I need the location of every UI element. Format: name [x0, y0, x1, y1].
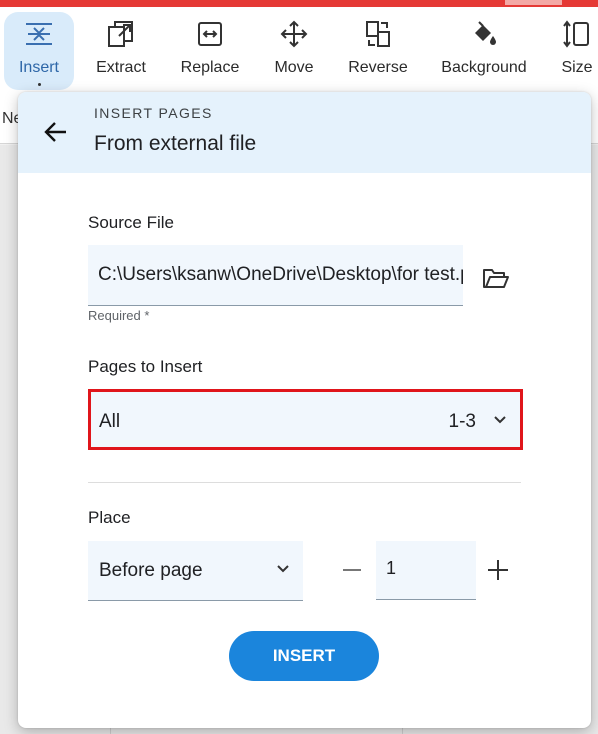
place-value: Before page	[99, 560, 203, 581]
page-number-value: 1	[386, 558, 397, 578]
toolbar-move-button[interactable]: Move	[268, 12, 320, 90]
place-label: Place	[88, 508, 131, 527]
plus-icon	[488, 560, 508, 580]
chevron-down-icon	[494, 416, 506, 424]
section-divider	[88, 482, 521, 483]
reverse-icon	[362, 18, 394, 50]
toolbar-label: Extract	[96, 59, 146, 76]
back-button[interactable]	[40, 116, 72, 148]
pages-to-insert-select[interactable]: All 1-3	[88, 389, 523, 450]
source-file-label: Source File	[88, 213, 174, 232]
paint-bucket-icon	[468, 18, 500, 50]
chevron-down-icon	[277, 565, 289, 573]
toolbar-size-button[interactable]: Size	[556, 12, 598, 90]
active-indicator	[37, 83, 41, 86]
folder-open-icon	[483, 269, 509, 288]
page-tools-toolbar: Insert Extract Replace Move Reverse Back…	[0, 7, 598, 92]
insert-icon	[23, 18, 55, 50]
arrow-back-icon	[44, 122, 66, 142]
decrement-page-button[interactable]	[340, 556, 364, 584]
pages-to-insert-value: All	[99, 411, 121, 432]
insert-pages-dialog: INSERT PAGES From external file Source F…	[18, 92, 591, 728]
dialog-title: From external file	[94, 132, 257, 155]
toolbar-label: Insert	[18, 59, 59, 76]
increment-page-button[interactable]	[484, 556, 512, 584]
replace-icon	[194, 18, 226, 50]
page-number-input[interactable]: 1	[376, 541, 476, 600]
toolbar-label: Move	[274, 59, 314, 76]
toolbar-label: Background	[441, 59, 527, 76]
size-icon	[561, 18, 593, 50]
browse-file-button[interactable]	[480, 263, 512, 295]
source-file-input[interactable]: C:\Users\ksanw\OneDrive\Desktop\for test…	[88, 245, 463, 306]
pages-range: 1-3	[448, 411, 476, 432]
toolbar-extract-button[interactable]: Extract	[92, 12, 150, 90]
toolbar-replace-button[interactable]: Replace	[178, 12, 242, 90]
toolbar-label: Replace	[180, 59, 240, 76]
source-file-hint: Required *	[88, 308, 150, 323]
place-select[interactable]: Before page	[88, 541, 303, 601]
toolbar-background-button[interactable]: Background	[438, 12, 530, 90]
minus-icon	[343, 569, 361, 571]
extract-icon	[105, 18, 137, 50]
pages-to-insert-label: Pages to Insert	[88, 357, 203, 376]
top-accent-bar	[0, 0, 598, 7]
toolbar-label: Size	[561, 59, 593, 76]
move-icon	[278, 18, 310, 50]
source-file-value: C:\Users\ksanw\OneDrive\Desktop\for test…	[98, 264, 463, 285]
toolbar-label: Reverse	[348, 59, 408, 76]
dialog-header: INSERT PAGES From external file	[18, 92, 591, 173]
toolbar-reverse-button[interactable]: Reverse	[344, 12, 412, 90]
toolbar-insert-button[interactable]: Insert	[4, 12, 74, 90]
dialog-kicker: INSERT PAGES	[94, 105, 213, 121]
insert-button[interactable]: INSERT	[229, 631, 379, 681]
